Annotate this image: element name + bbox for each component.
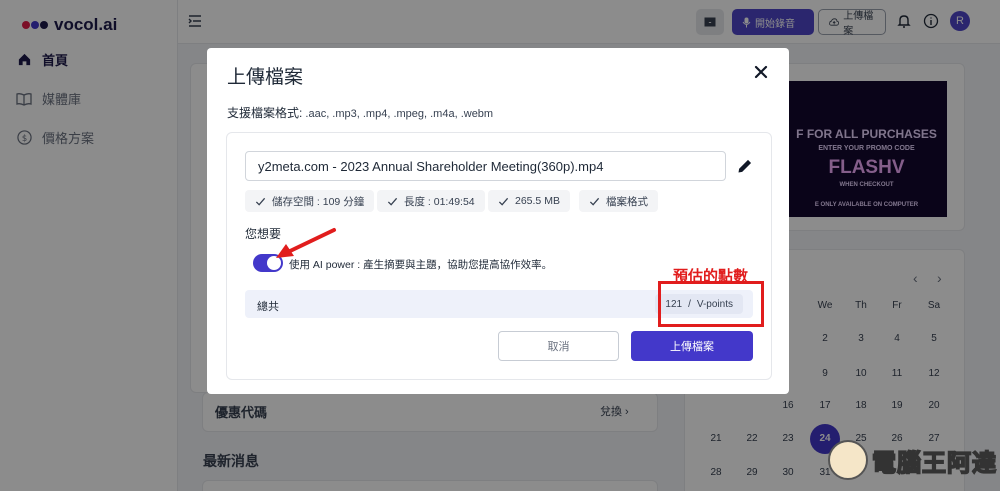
upload-dialog: 上傳檔案 支援檔案格式: .aac, .mp3, .mp4, .mpeg, .m…: [207, 48, 789, 394]
chip-label: 檔案格式: [606, 195, 648, 208]
watermark-mascot-icon: [828, 440, 868, 480]
file-format-chip: 檔案格式: [579, 190, 658, 212]
dialog-title: 上傳檔案: [227, 67, 304, 88]
chip-label: 265.5 MB: [515, 195, 560, 207]
chip-label: 儲存空間 : 109 分鐘: [272, 195, 365, 208]
supported-formats: 支援檔案格式: .aac, .mp3, .mp4, .mpeg, .m4a, .…: [227, 104, 493, 121]
annotation-box: [658, 281, 764, 327]
close-icon[interactable]: [753, 64, 769, 80]
chip-label: 長度 : 01:49:54: [404, 195, 475, 208]
duration-chip: 長度 : 01:49:54: [377, 190, 485, 212]
watermark: 電腦王阿達: [828, 440, 997, 480]
total-label: 總共: [257, 301, 279, 313]
check-icon: [387, 197, 398, 206]
formats-label: 支援檔案格式:: [227, 106, 303, 120]
pencil-icon[interactable]: [737, 158, 753, 174]
annotation-arrow-icon: [276, 228, 336, 258]
check-icon: [589, 197, 600, 206]
check-icon: [498, 197, 509, 206]
storage-chip: 儲存空間 : 109 分鐘: [245, 190, 375, 212]
confirm-upload-button[interactable]: 上傳檔案: [631, 331, 753, 361]
filename-value: y2meta.com - 2023 Annual Shareholder Mee…: [258, 158, 604, 174]
watermark-text: 電腦王阿達: [871, 449, 997, 478]
cancel-button[interactable]: 取消: [498, 331, 619, 361]
filesize-chip: 265.5 MB: [488, 190, 570, 212]
filename-field[interactable]: y2meta.com - 2023 Annual Shareholder Mee…: [245, 151, 726, 181]
formats-value: .aac, .mp3, .mp4, .mpeg, .m4a, .webm: [302, 108, 494, 120]
check-icon: [255, 197, 266, 206]
